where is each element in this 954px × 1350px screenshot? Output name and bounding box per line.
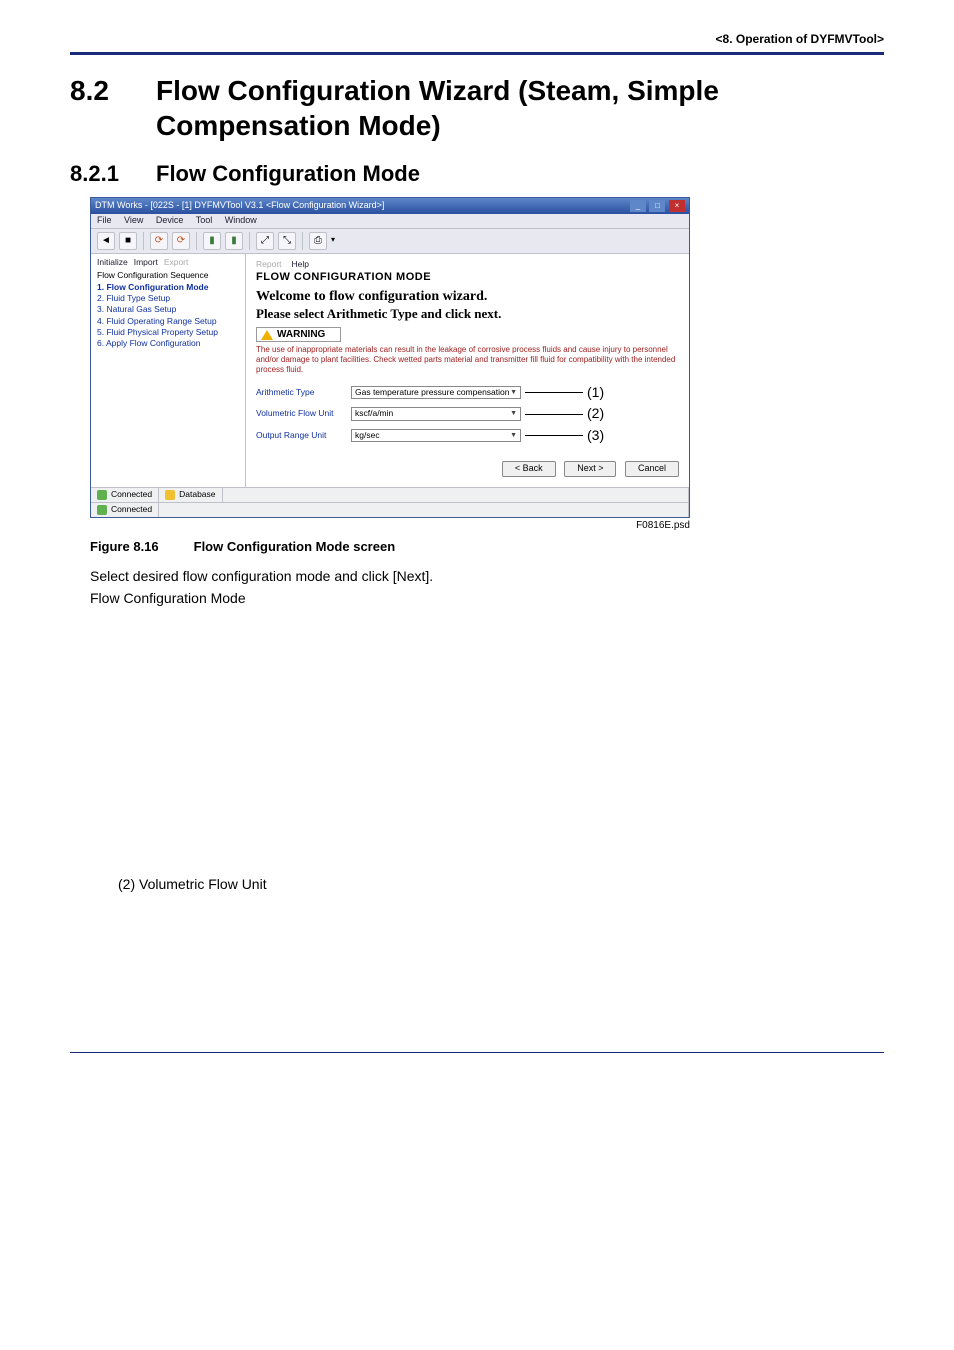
menu-tool[interactable]: Tool (196, 215, 213, 225)
toolbar-print-icon[interactable]: ⎙ (309, 232, 327, 250)
next-button[interactable]: Next > (564, 461, 616, 477)
status-connected-text: Connected (111, 490, 152, 499)
callout-leader (525, 435, 583, 436)
toolbar-separator (249, 232, 250, 250)
arithmetic-type-label: Arithmetic Type (256, 388, 351, 397)
instruction-text: Please select Arithmetic Type and click … (256, 307, 679, 321)
toolbar-dropdown-icon[interactable]: ▾ (331, 236, 335, 245)
window-title: DTM Works - [022S - [1] DYFMVTool V3.1 <… (95, 201, 384, 211)
toolbar-separator (196, 232, 197, 250)
callout-leader (525, 414, 583, 415)
window-controls: _ □ × (629, 200, 685, 212)
main-tab-help[interactable]: Help (292, 260, 309, 269)
menubar: File View Device Tool Window (91, 214, 689, 229)
output-unit-select[interactable]: kg/sec ▼ (351, 429, 521, 442)
toolbar-icon[interactable]: ⟳ (172, 232, 190, 250)
statusbar: Connected Database (91, 487, 689, 502)
section-number: 8.2 (70, 73, 156, 108)
section-title-text: Flow Configuration Wizard (Steam, Simple… (156, 73, 880, 143)
minimize-button[interactable]: _ (630, 200, 646, 212)
chevron-down-icon: ▼ (510, 410, 517, 418)
section-heading: 8.2Flow Configuration Wizard (Steam, Sim… (70, 73, 884, 143)
menu-file[interactable]: File (97, 215, 112, 225)
page-header: <8. Operation of DYFMVTool> (70, 32, 884, 52)
menu-view[interactable]: View (124, 215, 143, 225)
output-unit-label: Output Range Unit (256, 431, 351, 440)
toolbar-icon[interactable]: ▮ (203, 232, 221, 250)
figure-label: Figure 8.16 (90, 539, 190, 554)
header-rule (70, 52, 884, 55)
main-tab-report: Report (256, 260, 282, 269)
arithmetic-type-value: Gas temperature pressure compensation (355, 388, 510, 397)
subsection-heading: 8.2.1Flow Configuration Mode (70, 161, 884, 187)
warning-label: WARNING (277, 329, 325, 340)
sidebar-tab-export: Export (164, 258, 189, 267)
callout-leader (525, 392, 583, 393)
sequence-title: Flow Configuration Sequence (97, 271, 239, 280)
pane-title: FLOW CONFIGURATION MODE (256, 271, 679, 283)
statusbar-2: Connected (91, 502, 689, 517)
menu-device[interactable]: Device (156, 215, 184, 225)
callout-3: (3) (587, 428, 604, 443)
toolbar: ◄ ■ ⟳ ⟳ ▮ ▮ ⤢ ⤡ ⎙ ▾ (91, 229, 689, 254)
volumetric-unit-value: kscf/a/min (355, 409, 393, 418)
status-spacer (223, 488, 689, 502)
toolbar-separator (302, 232, 303, 250)
warning-text: The use of inappropriate materials can r… (256, 345, 679, 375)
warning-icon (261, 330, 273, 340)
output-unit-value: kg/sec (355, 431, 380, 440)
volumetric-unit-select[interactable]: kscf/a/min ▼ (351, 407, 521, 420)
plug-icon (97, 505, 107, 515)
cancel-button[interactable]: Cancel (625, 461, 679, 477)
volumetric-unit-label: Volumetric Flow Unit (256, 409, 351, 418)
body-line-1: Select desired flow configuration mode a… (90, 568, 884, 584)
step-2[interactable]: 2. Fluid Type Setup (97, 294, 239, 303)
callout-1: (1) (587, 385, 604, 400)
step-6[interactable]: 6. Apply Flow Configuration (97, 339, 239, 348)
toolbar-expand-icon[interactable]: ⤢ (256, 232, 274, 250)
figure-source: F0816E.psd (90, 520, 690, 531)
sidebar-tab-import[interactable]: Import (134, 258, 158, 267)
close-button[interactable]: × (669, 200, 685, 212)
welcome-text: Welcome to flow configuration wizard. (256, 289, 679, 304)
status-database: Database (159, 488, 222, 502)
back-button[interactable]: < Back (502, 461, 556, 477)
chevron-down-icon: ▼ (510, 389, 517, 397)
body-item-2: (2) Volumetric Flow Unit (118, 876, 884, 892)
maximize-button[interactable]: □ (649, 200, 665, 212)
status-connected-2: Connected (91, 503, 159, 517)
sidebar-tab-initialize[interactable]: Initialize (97, 258, 128, 267)
step-5[interactable]: 5. Fluid Physical Property Setup (97, 328, 239, 337)
figure-caption: Figure 8.16 Flow Configuration Mode scre… (90, 539, 884, 554)
footer-rule (70, 1052, 884, 1053)
toolbar-refresh-icon[interactable]: ⟳ (150, 232, 168, 250)
warning-box: WARNING (256, 327, 341, 342)
toolbar-separator (143, 232, 144, 250)
toolbar-collapse-icon[interactable]: ⤡ (278, 232, 296, 250)
subsection-title-text: Flow Configuration Mode (156, 161, 420, 186)
body-line-2: Flow Configuration Mode (90, 590, 884, 606)
sidebar: Initialize Import Export Flow Configurat… (91, 254, 246, 487)
step-1[interactable]: 1. Flow Configuration Mode (97, 283, 239, 292)
figure-caption-text: Flow Configuration Mode screen (194, 539, 396, 554)
toolbar-back-icon[interactable]: ◄ (97, 232, 115, 250)
app-window: DTM Works - [022S - [1] DYFMVTool V3.1 <… (90, 197, 690, 518)
menu-window[interactable]: Window (225, 215, 257, 225)
status-spacer (159, 503, 689, 517)
titlebar: DTM Works - [022S - [1] DYFMVTool V3.1 <… (91, 198, 689, 214)
status-database-text: Database (179, 490, 215, 499)
step-3[interactable]: 3. Natural Gas Setup (97, 305, 239, 314)
status-connected: Connected (91, 488, 159, 502)
subsection-number: 8.2.1 (70, 161, 156, 187)
chevron-down-icon: ▼ (510, 432, 517, 440)
callout-2: (2) (587, 406, 604, 421)
status-connected-text: Connected (111, 505, 152, 514)
database-icon (165, 490, 175, 500)
main-pane: Report Help FLOW CONFIGURATION MODE Welc… (246, 254, 689, 487)
plug-icon (97, 490, 107, 500)
arithmetic-type-select[interactable]: Gas temperature pressure compensation ▼ (351, 386, 521, 399)
toolbar-icon[interactable]: ▮ (225, 232, 243, 250)
toolbar-icon[interactable]: ■ (119, 232, 137, 250)
step-4[interactable]: 4. Fluid Operating Range Setup (97, 317, 239, 326)
